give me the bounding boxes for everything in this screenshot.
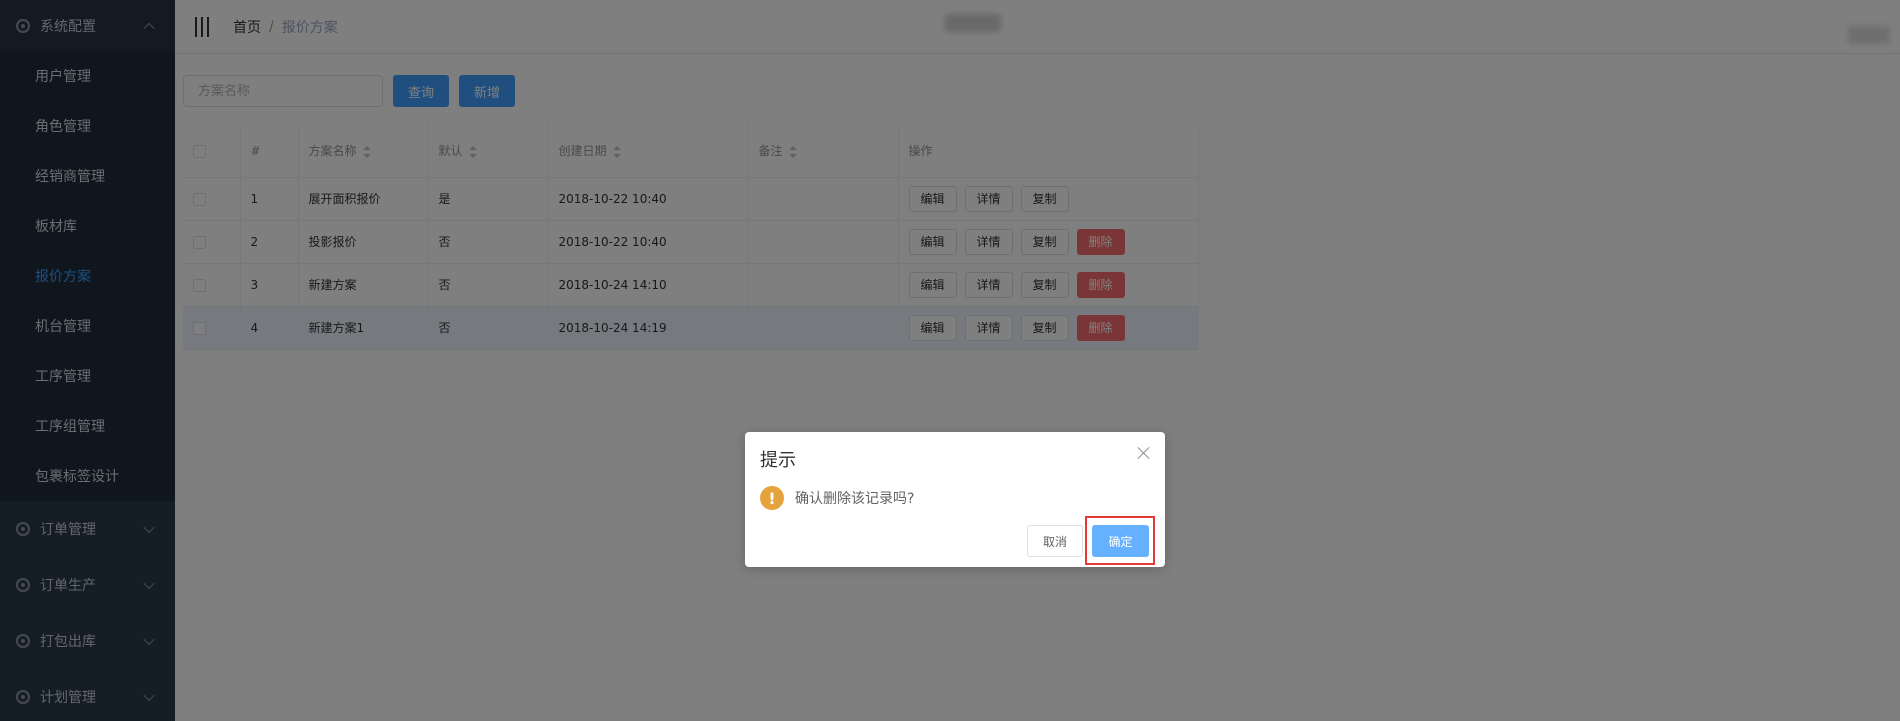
warning-icon: ! <box>760 486 784 510</box>
dialog-message: 确认删除该记录吗? <box>795 491 915 507</box>
close-icon[interactable] <box>1137 446 1151 460</box>
confirm-delete-dialog: 提示 ! 确认删除该记录吗? 取消 确定 <box>745 432 1165 567</box>
dialog-title: 提示 <box>760 450 796 471</box>
dialog-body: ! 确认删除该记录吗? <box>760 486 914 510</box>
modal-overlay[interactable] <box>0 0 1900 721</box>
cancel-button[interactable]: 取消 <box>1027 525 1084 557</box>
confirm-button[interactable]: 确定 <box>1092 525 1149 557</box>
